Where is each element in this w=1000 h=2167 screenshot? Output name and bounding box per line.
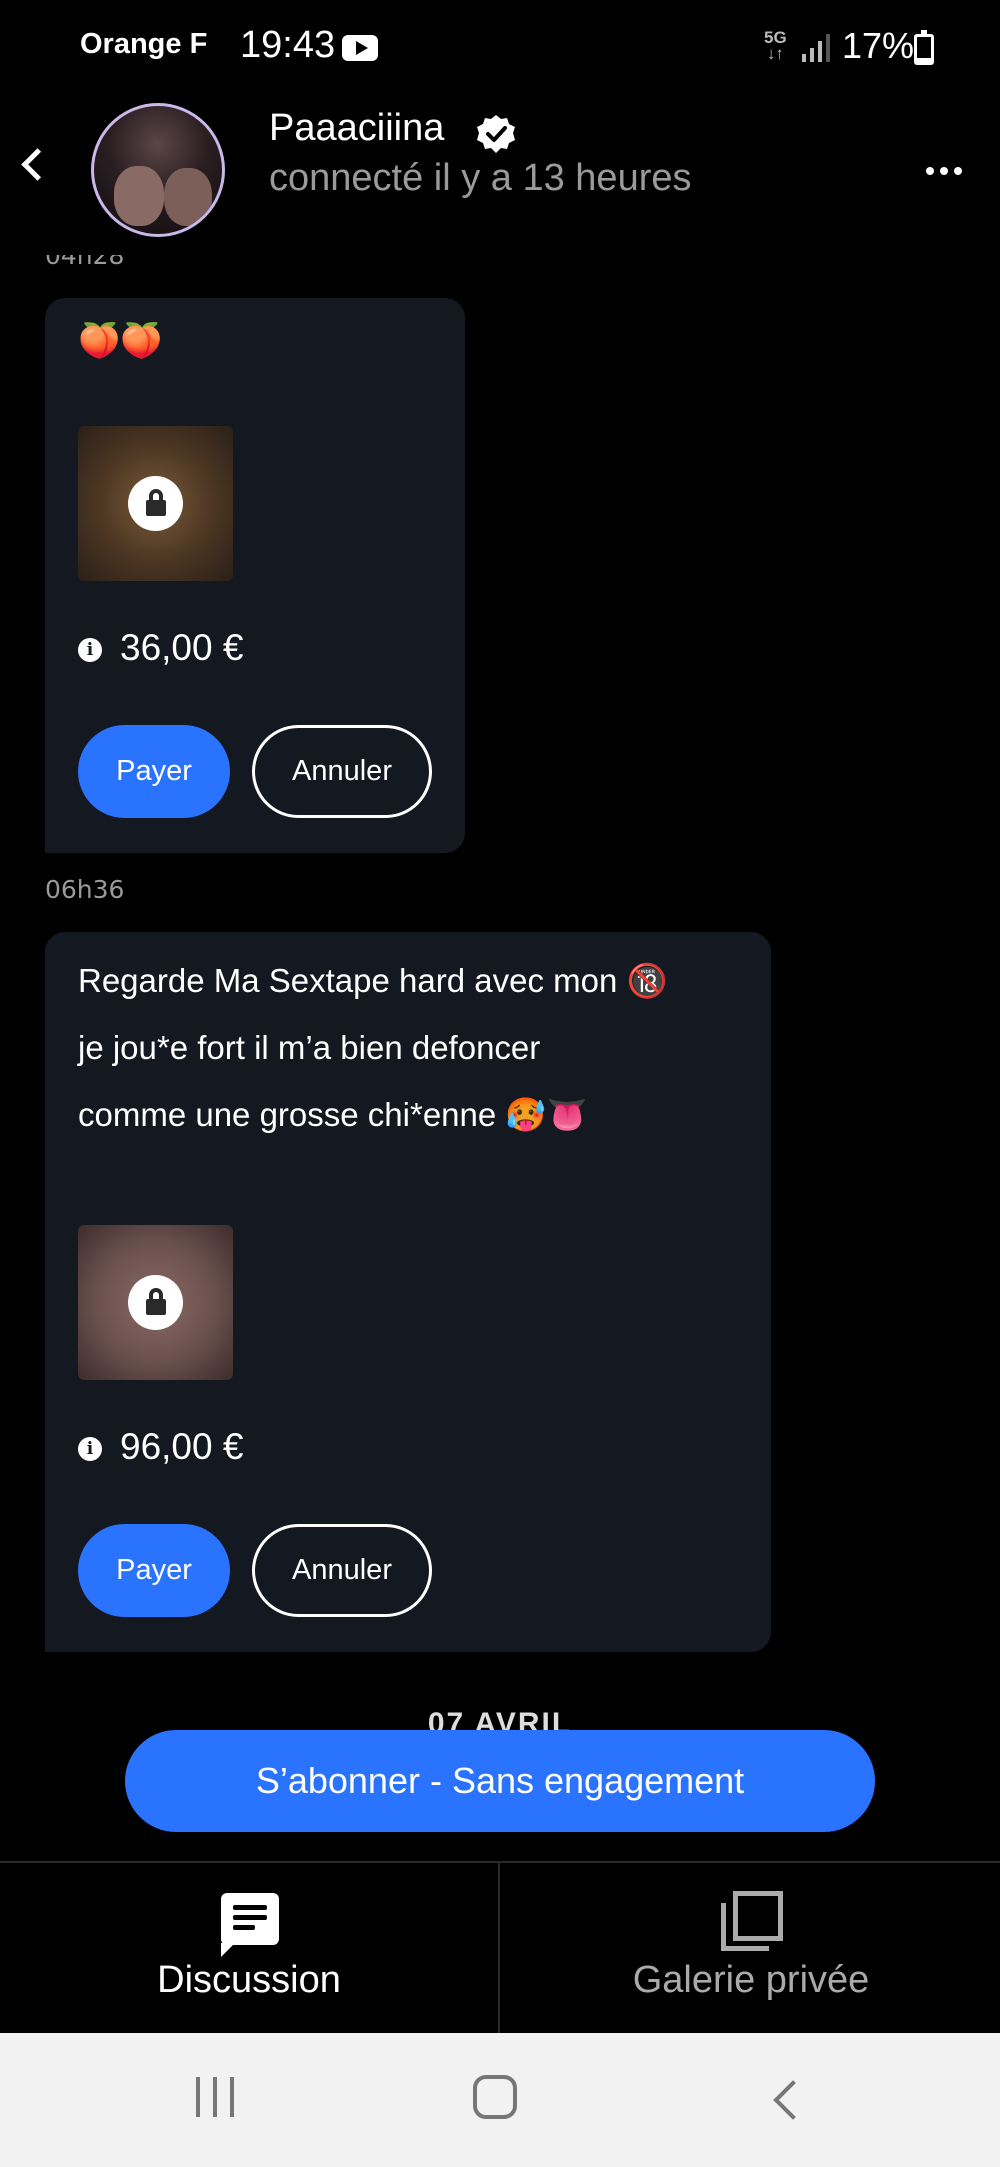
presence-status: connecté il y a 13 heures <box>269 157 692 199</box>
home-icon[interactable] <box>473 2075 517 2119</box>
message-text: Regarde Ma Sextape hard avec mon 🔞 je jo… <box>78 947 668 1148</box>
tab-label: Galerie privée <box>632 1959 870 2001</box>
more-options-icon[interactable] <box>926 165 962 177</box>
network-type: 5G ↓↑ <box>764 28 787 63</box>
status-bar: Orange F 19:43 5G ↓↑ 17% <box>0 0 1000 95</box>
signal-icon <box>802 32 832 62</box>
message-line: Regarde Ma Sextape hard avec mon 🔞 <box>78 962 668 999</box>
price: 96,00 € <box>120 1426 244 1467</box>
lock-icon <box>128 476 183 531</box>
gallery-icon <box>721 1891 783 1953</box>
cancel-button[interactable]: Annuler <box>252 725 432 818</box>
info-icon: i <box>78 638 102 662</box>
system-navigation-bar <box>0 2033 1000 2167</box>
message-timestamp: 06h36 <box>45 875 125 904</box>
paid-message-bubble: 🍑🍑 i 36,00 € Payer Annuler <box>45 298 465 853</box>
youtube-notification-icon <box>342 35 378 61</box>
price: 36,00 € <box>120 627 244 668</box>
back-arrow-icon[interactable] <box>14 145 54 185</box>
pay-button[interactable]: Payer <box>78 1524 230 1617</box>
battery-icon <box>914 30 934 65</box>
bottom-tab-bar: Discussion Galerie privée <box>0 1861 1000 2033</box>
tab-private-gallery[interactable]: Galerie privée <box>501 1863 1000 2033</box>
tab-discussion[interactable]: Discussion <box>0 1863 500 2033</box>
lock-icon <box>128 1275 183 1330</box>
paid-message-bubble: Regarde Ma Sextape hard avec mon 🔞 je jo… <box>45 932 771 1652</box>
battery-percent: 17% <box>842 25 915 66</box>
chat-bubble-icon <box>221 1893 279 1957</box>
message-timestamp: 04h28 <box>45 255 125 270</box>
message-line: je jou*e fort il m’a bien defoncer <box>78 1029 541 1066</box>
cancel-button[interactable]: Annuler <box>252 1524 432 1617</box>
carrier-name: Orange F <box>80 28 208 60</box>
message-text: 🍑🍑 <box>78 322 163 360</box>
system-back-icon[interactable] <box>765 2078 805 2118</box>
locked-media-thumbnail[interactable] <box>78 426 233 581</box>
username[interactable]: Paaaciiina <box>269 107 444 150</box>
locked-media-thumbnail[interactable] <box>78 1225 233 1380</box>
clock: 19:43 <box>240 24 336 66</box>
pay-button[interactable]: Payer <box>78 725 230 818</box>
avatar[interactable] <box>91 103 225 237</box>
chat-messages[interactable]: 04h28 🍑🍑 i 36,00 € Payer Annuler 06h36 R… <box>0 255 1000 1735</box>
verified-badge-icon <box>477 115 515 153</box>
chat-header: Paaaciiina connecté il y a 13 heures <box>0 95 1000 255</box>
network-type-label: 5G <box>764 28 787 47</box>
info-icon: i <box>78 1437 102 1461</box>
recent-apps-icon[interactable] <box>196 2077 236 2117</box>
message-line: comme une grosse chi*enne 🥵👅 <box>78 1096 588 1133</box>
tab-label: Discussion <box>157 1959 341 2001</box>
subscribe-button[interactable]: S’abonner - Sans engagement <box>125 1730 875 1832</box>
